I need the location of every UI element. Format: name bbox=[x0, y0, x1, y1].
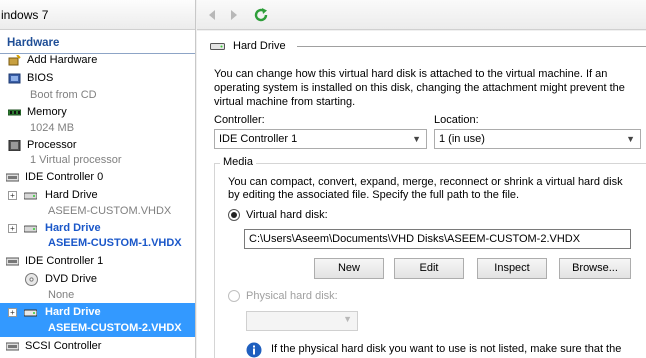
hard-drive-icon bbox=[24, 192, 37, 200]
tree-label: Hard Drive bbox=[45, 306, 101, 318]
toolbar bbox=[197, 0, 646, 30]
location-label: Location: bbox=[434, 114, 479, 126]
chevron-down-icon: ▼ bbox=[626, 134, 635, 144]
tree-label: Hard Drive bbox=[45, 222, 101, 234]
tree-sublabel: 1 Virtual processor bbox=[30, 154, 122, 166]
tree-item-add-hardware[interactable]: Add Hardware bbox=[0, 52, 195, 69]
tree-label: Add Hardware bbox=[27, 54, 98, 66]
tree-label: Hard Drive bbox=[45, 189, 98, 201]
hardware-tree-pane: indows 7 Hardware Add Hardware BIOS Boot… bbox=[0, 0, 196, 358]
media-desc-2: by editing the associated file. Specify … bbox=[228, 189, 520, 201]
memory-icon bbox=[8, 109, 21, 116]
new-button[interactable]: New bbox=[314, 258, 384, 279]
tree-item-ide-controller-1[interactable]: IDE Controller 1 bbox=[0, 253, 195, 270]
tree-sublabel: ASEEM-CUSTOM-2.VHDX bbox=[48, 322, 182, 334]
controller-select[interactable]: IDE Controller 1 ▼ bbox=[214, 129, 427, 149]
tree-item-hard-drive[interactable]: + Hard Drive bbox=[0, 187, 195, 204]
tree-sublabel: ASEEM-CUSTOM.VHDX bbox=[48, 205, 172, 217]
tree-item-processor[interactable]: Processor bbox=[0, 137, 195, 154]
tree-item-bios[interactable]: BIOS bbox=[0, 70, 195, 87]
forward-arrow-icon[interactable] bbox=[227, 7, 241, 23]
tree-label: Memory bbox=[27, 106, 67, 118]
intro-line-1: You can change how this virtual hard dis… bbox=[214, 68, 608, 80]
tree-label: BIOS bbox=[27, 72, 54, 84]
settings-panel: Hard Drive You can change how this virtu… bbox=[197, 31, 646, 358]
tree-label: DVD Drive bbox=[45, 273, 97, 285]
tree-label: IDE Controller 1 bbox=[25, 255, 104, 267]
tree-item-hard-drive-selected[interactable]: + Hard Drive bbox=[0, 304, 195, 321]
inspect-button[interactable]: Inspect bbox=[477, 258, 547, 279]
tree-item-scsi-controller[interactable]: SCSI Controller bbox=[0, 338, 195, 355]
physical-disk-select[interactable]: ▼ bbox=[246, 311, 358, 331]
dvd-disc-icon bbox=[25, 273, 38, 286]
media-desc-1: You can compact, convert, expand, merge,… bbox=[228, 176, 623, 188]
controller-value: IDE Controller 1 bbox=[219, 133, 298, 145]
intro-line-2: operating system is installed on this di… bbox=[214, 82, 625, 94]
bios-chip-icon bbox=[8, 73, 21, 84]
media-label: Media bbox=[220, 156, 256, 168]
location-value: 1 (in use) bbox=[439, 133, 485, 145]
controller-label: Controller: bbox=[214, 114, 265, 126]
hard-drive-icon bbox=[210, 43, 225, 50]
virtual-hard-disk-radio[interactable] bbox=[228, 209, 240, 221]
tree-sublabel: Boot from CD bbox=[30, 89, 97, 101]
back-arrow-icon[interactable] bbox=[205, 7, 219, 23]
tree-item-dvd-drive[interactable]: DVD Drive bbox=[0, 271, 195, 288]
location-select[interactable]: 1 (in use) ▼ bbox=[434, 129, 641, 149]
chevron-down-icon: ▼ bbox=[343, 314, 352, 324]
chevron-down-icon: ▼ bbox=[412, 134, 421, 144]
physical-hard-disk-label: Physical hard disk: bbox=[246, 290, 338, 302]
info-text: If the physical hard disk you want to us… bbox=[271, 343, 622, 355]
section-divider bbox=[297, 46, 646, 47]
tree-sublabel: None bbox=[48, 289, 75, 301]
tree-sublabel: ASEEM-CUSTOM-1.VHDX bbox=[48, 237, 182, 249]
controller-icon bbox=[6, 173, 19, 182]
panel-title: Hard Drive bbox=[233, 40, 286, 52]
add-hardware-icon bbox=[8, 55, 21, 66]
refresh-icon[interactable] bbox=[253, 7, 269, 23]
tree-sublabel: 1024 MB bbox=[30, 122, 75, 134]
expand-toggle[interactable]: + bbox=[8, 308, 17, 317]
physical-hard-disk-radio[interactable] bbox=[228, 290, 240, 302]
tree-label: Processor bbox=[27, 139, 77, 151]
hard-drive-icon bbox=[24, 309, 37, 317]
edit-button[interactable]: Edit bbox=[394, 258, 464, 279]
tree-item-memory[interactable]: Memory bbox=[0, 104, 195, 121]
tree-label: IDE Controller 0 bbox=[25, 171, 104, 183]
virtual-hard-disk-label: Virtual hard disk: bbox=[246, 209, 328, 221]
expand-toggle[interactable]: + bbox=[8, 191, 17, 200]
info-icon bbox=[246, 342, 262, 358]
tree-item-hard-drive[interactable]: + Hard Drive bbox=[0, 220, 195, 237]
browse-button[interactable]: Browse... bbox=[559, 258, 631, 279]
tree-label: SCSI Controller bbox=[25, 340, 102, 352]
vm-title: indows 7 bbox=[0, 0, 195, 30]
vhd-path-input[interactable]: C:\Users\Aseem\Documents\VHD Disks\ASEEM… bbox=[244, 229, 631, 249]
processor-icon bbox=[8, 140, 21, 151]
controller-icon bbox=[6, 342, 19, 351]
tree-item-ide-controller-0[interactable]: IDE Controller 0 bbox=[0, 169, 195, 186]
hard-drive-icon bbox=[24, 225, 37, 233]
expand-toggle[interactable]: + bbox=[8, 224, 17, 233]
intro-line-3: virtual machine from starting. bbox=[214, 96, 356, 108]
controller-icon bbox=[6, 257, 19, 266]
